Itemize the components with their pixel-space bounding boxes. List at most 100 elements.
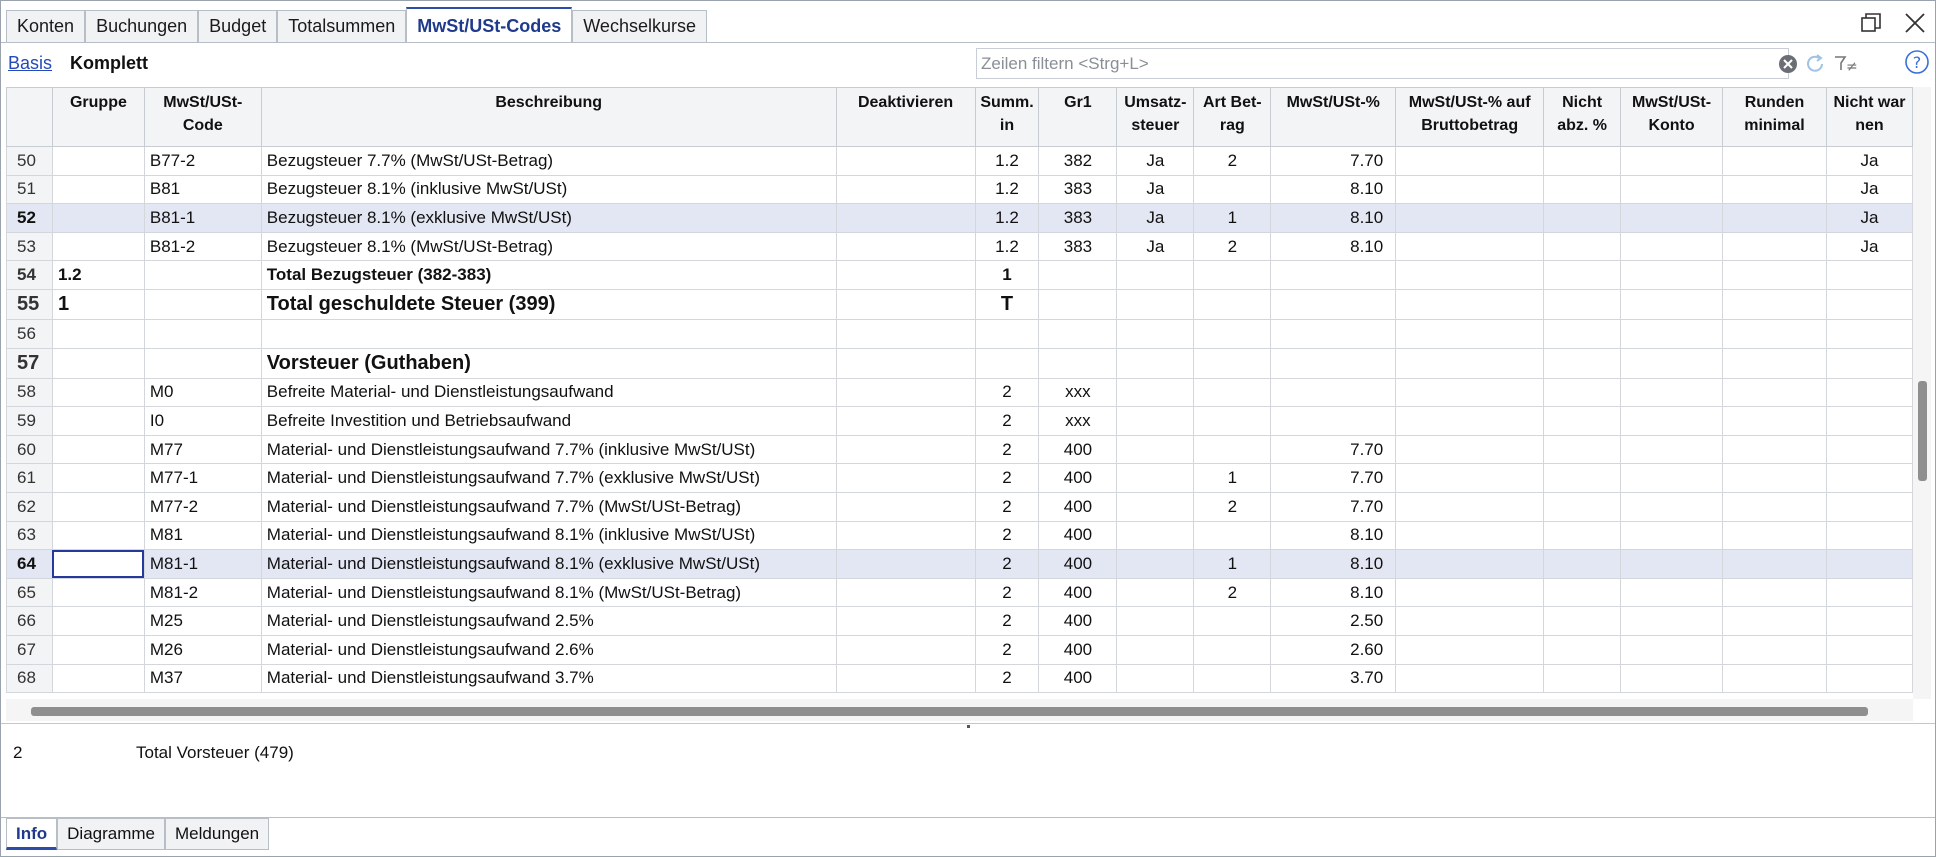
cell-summ[interactable]: 2 (974, 491, 1040, 522)
cell-konto[interactable] (1620, 288, 1724, 320)
tab-buchungen[interactable]: Buchungen (85, 10, 199, 43)
cell-pct[interactable]: 2.50 (1270, 606, 1397, 636)
cell-code[interactable] (143, 318, 262, 349)
table-row[interactable]: 57 Vorsteuer (Guthaben) (6, 347, 1913, 379)
cell-code[interactable]: M81 (143, 520, 262, 551)
cell-nichtabz[interactable] (1543, 231, 1622, 262)
cell-umsatz[interactable] (1116, 549, 1195, 579)
cell-nichtwarnen[interactable] (1825, 347, 1913, 379)
cell-art[interactable] (1193, 174, 1272, 205)
table-row[interactable]: 51 B81 Bezugsteuer 8.1% (inklusive MwSt/US… (6, 174, 1913, 205)
cell-nichtwarnen[interactable]: Ja (1825, 174, 1913, 205)
table-row[interactable]: 64 M81-1 Material- und Dienstleistungsaufw… (6, 549, 1913, 579)
table-row[interactable]: 63 M81 Material- und Dienstleistungsaufwan… (6, 520, 1913, 551)
cell-konto[interactable] (1620, 634, 1724, 665)
cell-nichtabz[interactable] (1543, 491, 1622, 522)
cell-pct[interactable]: 2.60 (1270, 634, 1397, 665)
cell-runden[interactable] (1722, 203, 1827, 233)
tab-meldungen[interactable]: Meldungen (165, 818, 270, 850)
cell-art[interactable] (1193, 288, 1272, 320)
cell-gruppe[interactable] (51, 203, 145, 233)
cell-art[interactable] (1193, 377, 1272, 408)
cell-nichtwarnen[interactable] (1825, 288, 1913, 320)
cell-deaktivieren[interactable] (835, 634, 976, 665)
cell-beschreibung[interactable]: Material- und Dienstleistungsaufwand 7.7… (260, 463, 837, 493)
tab-totalsummen[interactable]: Totalsummen (277, 10, 407, 43)
cell-nichtabz[interactable] (1543, 663, 1622, 694)
filter-input[interactable] (977, 49, 1637, 78)
cell-nichtwarnen[interactable] (1825, 634, 1913, 665)
cell-pct[interactable]: 8.10 (1270, 549, 1397, 579)
cell-nichtabz[interactable] (1543, 318, 1622, 349)
cell-deaktivieren[interactable] (835, 347, 976, 379)
cell-deaktivieren[interactable] (835, 520, 976, 551)
close-icon[interactable] (1903, 11, 1927, 40)
cell-brutto[interactable] (1395, 549, 1545, 579)
cell-brutto[interactable] (1395, 634, 1545, 665)
cell-konto[interactable] (1620, 260, 1724, 290)
cell-pct[interactable]: 7.70 (1270, 491, 1397, 522)
cell-deaktivieren[interactable] (835, 491, 976, 522)
cell-deaktivieren[interactable] (835, 377, 976, 408)
cell-deaktivieren[interactable] (835, 434, 976, 465)
cell-gr1[interactable]: 382 (1038, 146, 1118, 176)
cell-beschreibung[interactable]: Befreite Material- und Dienstleistungsau… (260, 377, 837, 408)
cell-pct[interactable] (1270, 260, 1397, 290)
cell-deaktivieren[interactable] (835, 549, 976, 579)
cell-art[interactable] (1193, 260, 1272, 290)
cell-beschreibung[interactable]: Bezugsteuer 8.1% (MwSt/USt-Betrag) (260, 231, 837, 262)
cell-gr1[interactable]: 400 (1038, 663, 1118, 694)
cell-umsatz[interactable] (1116, 434, 1195, 465)
cell-nichtwarnen[interactable] (1825, 260, 1913, 290)
cell-summ[interactable]: 2 (974, 606, 1040, 636)
horizontal-scrollbar[interactable] (6, 699, 1913, 721)
cell-brutto[interactable] (1395, 203, 1545, 233)
cell-brutto[interactable] (1395, 434, 1545, 465)
cell-gruppe[interactable] (51, 663, 145, 694)
cell-deaktivieren[interactable] (835, 406, 976, 436)
row-number[interactable]: 53 (6, 231, 53, 262)
cell-art[interactable] (1193, 634, 1272, 665)
cell-nichtabz[interactable] (1543, 434, 1622, 465)
cell-art[interactable] (1193, 663, 1272, 694)
cell-brutto[interactable] (1395, 260, 1545, 290)
cell-code[interactable]: M81-1 (143, 549, 262, 579)
cell-gr1[interactable]: 400 (1038, 634, 1118, 665)
table-row[interactable]: 54 1.2 Total Bezugsteuer (382-383) 1 (6, 260, 1913, 290)
cell-gr1[interactable] (1038, 288, 1118, 320)
cell-gruppe[interactable] (51, 434, 145, 465)
cell-gr1[interactable] (1038, 260, 1118, 290)
cell-beschreibung[interactable]: Total Bezugsteuer (382-383) (260, 260, 837, 290)
row-number[interactable]: 55 (6, 288, 53, 320)
row-number[interactable]: 68 (6, 663, 53, 694)
restore-window-icon[interactable] (1859, 11, 1883, 40)
cell-runden[interactable] (1722, 634, 1827, 665)
tab-budget[interactable]: Budget (198, 10, 278, 43)
table-row[interactable]: 52 B81-1 Bezugsteuer 8.1% (exklusive MwSt/… (6, 203, 1913, 233)
cell-runden[interactable] (1722, 520, 1827, 551)
cell-nichtabz[interactable] (1543, 174, 1622, 205)
cell-brutto[interactable] (1395, 663, 1545, 694)
cell-runden[interactable] (1722, 288, 1827, 320)
cell-gruppe[interactable] (51, 491, 145, 522)
cell-konto[interactable] (1620, 549, 1724, 579)
cell-runden[interactable] (1722, 377, 1827, 408)
cell-konto[interactable] (1620, 231, 1724, 262)
cell-gruppe[interactable] (51, 347, 145, 379)
cell-gruppe[interactable] (51, 174, 145, 205)
cell-runden[interactable] (1722, 406, 1827, 436)
row-number[interactable]: 62 (6, 491, 53, 522)
cell-beschreibung[interactable]: Bezugsteuer 7.7% (MwSt/USt-Betrag) (260, 146, 837, 176)
filter-options-icon[interactable]: ≠ (1833, 53, 1859, 80)
cell-beschreibung[interactable]: Material- und Dienstleistungsaufwand 8.1… (260, 549, 837, 579)
column-header-konto[interactable]: MwSt/USt- Konto (1620, 87, 1724, 147)
cell-umsatz[interactable] (1116, 260, 1195, 290)
cell-umsatz[interactable] (1116, 606, 1195, 636)
cell-brutto[interactable] (1395, 520, 1545, 551)
cell-beschreibung[interactable]: Vorsteuer (Guthaben) (260, 347, 837, 379)
cell-brutto[interactable] (1395, 347, 1545, 379)
cell-summ[interactable]: 1.2 (974, 231, 1040, 262)
cell-nichtabz[interactable] (1543, 260, 1622, 290)
cell-pct[interactable] (1270, 288, 1397, 320)
cell-pct[interactable] (1270, 347, 1397, 379)
